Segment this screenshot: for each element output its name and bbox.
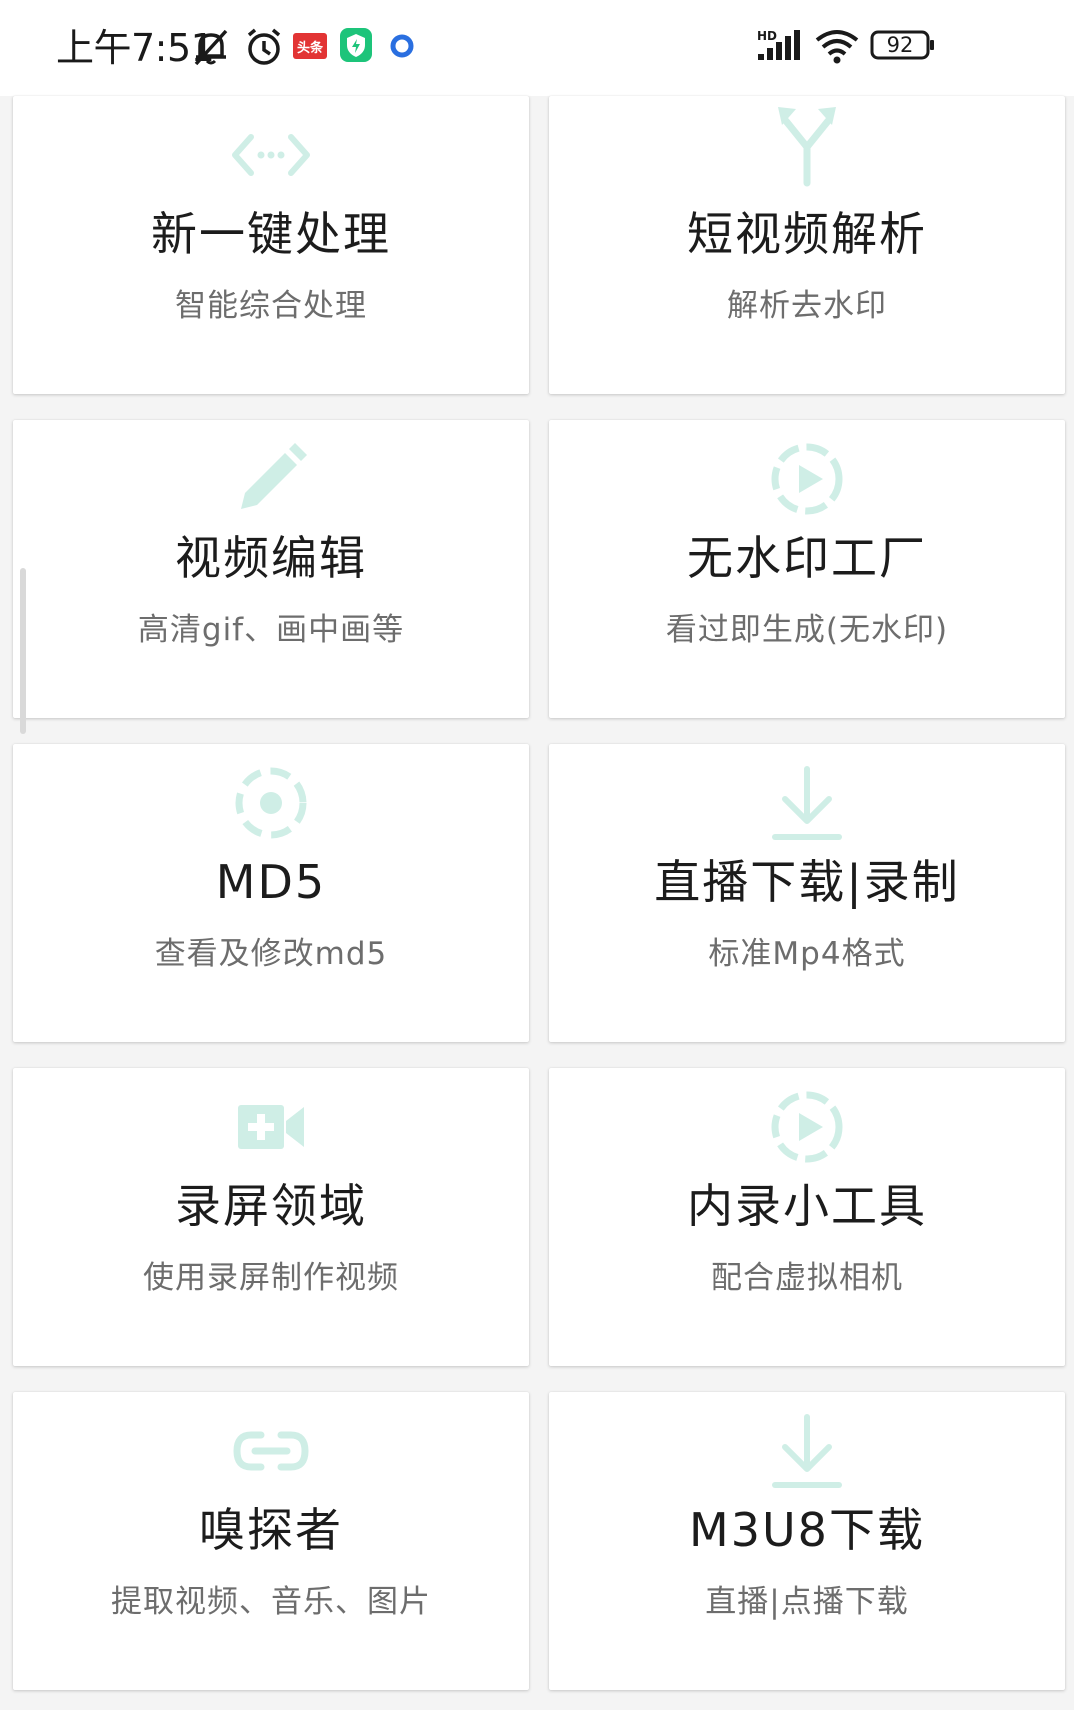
card-subtitle: 智能综合处理 — [175, 288, 367, 324]
card-subtitle: 查看及修改md5 — [154, 936, 388, 972]
scrollbar[interactable] — [20, 568, 26, 734]
card-no-watermark-factory[interactable]: 无水印工厂 看过即生成(无水印) — [549, 420, 1065, 718]
hd-signal-icon: HD — [756, 26, 806, 70]
card-title: MD5 — [215, 855, 327, 909]
card-one-click-process[interactable]: 新一键处理 智能综合处理 — [13, 96, 529, 394]
card-subtitle: 提取视频、音乐、图片 — [111, 1584, 431, 1620]
toutiao-label: 头条 — [297, 40, 324, 56]
card-md5[interactable]: MD5 查看及修改md5 — [13, 744, 529, 1042]
card-title: 无水印工厂 — [687, 531, 927, 585]
card-sniffer[interactable]: 嗅探者 提取视频、音乐、图片 — [13, 1392, 529, 1690]
card-title: 直播下载|录制 — [654, 855, 960, 909]
card-short-video-parse[interactable]: 短视频解析 解析去水印 — [549, 96, 1065, 394]
security-app-icon — [340, 28, 372, 66]
card-screen-record[interactable]: 录屏领域 使用录屏制作视频 — [13, 1068, 529, 1366]
toutiao-icon: 头条 — [293, 33, 327, 63]
card-subtitle: 标准Mp4格式 — [708, 936, 906, 972]
mute-icon — [190, 26, 232, 72]
card-title: 视频编辑 — [175, 531, 367, 585]
link-icon — [13, 1406, 529, 1496]
download-icon — [549, 1406, 1065, 1496]
dashed-play-icon — [549, 1082, 1065, 1172]
status-bar: 上午7:51 头条 HD 92 — [0, 0, 1074, 96]
alarm-icon — [244, 26, 284, 72]
card-internal-record-tool[interactable]: 内录小工具 配合虚拟相机 — [549, 1068, 1065, 1366]
code-arrows-icon — [13, 110, 529, 200]
card-title: 内录小工具 — [687, 1179, 927, 1233]
video-plus-icon — [13, 1082, 529, 1172]
pencil-icon — [13, 434, 529, 524]
card-title: 嗅探者 — [199, 1503, 343, 1557]
card-subtitle: 解析去水印 — [727, 288, 887, 324]
card-video-edit[interactable]: 视频编辑 高清gif、画中画等 — [13, 420, 529, 718]
card-subtitle: 配合虚拟相机 — [711, 1260, 903, 1296]
card-subtitle: 高清gif、画中画等 — [137, 612, 405, 648]
wifi-icon — [814, 28, 860, 68]
dashed-play-icon — [549, 434, 1065, 524]
card-subtitle: 直播|点播下载 — [705, 1584, 909, 1620]
merge-arrows-icon — [549, 100, 1065, 190]
battery-icon: 92 — [870, 29, 936, 65]
card-title: 新一键处理 — [151, 207, 391, 261]
card-subtitle: 看过即生成(无水印) — [665, 612, 949, 648]
card-subtitle: 使用录屏制作视频 — [143, 1260, 399, 1296]
card-title: 短视频解析 — [687, 207, 927, 261]
card-title: M3U8下载 — [689, 1503, 925, 1557]
card-m3u8-download[interactable]: M3U8下载 直播|点播下载 — [549, 1392, 1065, 1690]
card-live-download[interactable]: 直播下载|录制 标准Mp4格式 — [549, 744, 1065, 1042]
download-icon — [549, 758, 1065, 848]
battery-level: 92 — [887, 33, 914, 57]
card-title: 录屏领域 — [175, 1179, 367, 1233]
browser-dot-icon — [390, 34, 414, 62]
dashed-target-icon — [13, 758, 529, 848]
hd-label: HD — [757, 29, 777, 43]
